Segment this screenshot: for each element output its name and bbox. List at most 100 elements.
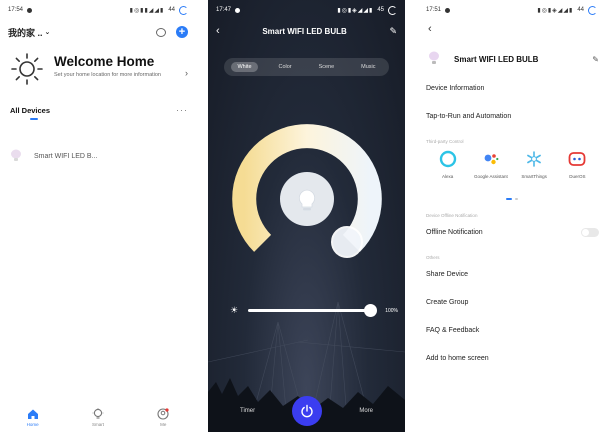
- home-screen: 17:54 ▮◎▮▮◢◢▮ 44 我的家 .. ⌄ + Welcome Home…: [0, 0, 196, 432]
- settings-icon: [445, 7, 451, 13]
- device-title: Smart WIFI LED BULB: [262, 26, 347, 36]
- nav-home[interactable]: Home: [13, 408, 53, 427]
- profile-icon: [157, 408, 169, 420]
- welcome-subtitle: Set your home location for more informat…: [54, 72, 161, 78]
- back-button[interactable]: ‹: [216, 25, 220, 37]
- third-party-label: Google Assistant: [473, 174, 508, 179]
- home-header: 我的家 .. ⌄ +: [0, 20, 196, 44]
- share-device-item[interactable]: Share Device: [418, 260, 605, 288]
- tab-music[interactable]: Music: [355, 62, 381, 72]
- settings-icon: [27, 7, 33, 13]
- brightness-track[interactable]: [248, 304, 378, 317]
- third-party-dueros[interactable]: DuerOS: [558, 150, 597, 198]
- home-selector-label: 我的家 ..: [8, 27, 43, 38]
- signal-icons: ▮◎▮◈◢◢▮: [337, 7, 374, 14]
- camera-icon[interactable]: [156, 27, 166, 37]
- status-time: 17:54: [8, 7, 24, 13]
- device-name: Smart WIFI LED B...: [34, 152, 98, 160]
- device-item[interactable]: Smart WIFI LED B...: [0, 146, 196, 166]
- third-party-label: DuerOS: [569, 174, 586, 179]
- offline-section-label: Device Offline Notification: [426, 213, 478, 218]
- edit-icon[interactable]: ✎: [592, 55, 599, 64]
- nav-home-label: Home: [26, 422, 39, 427]
- tab-indicator: [30, 118, 38, 120]
- loading-icon: [179, 5, 188, 15]
- google-assistant-icon: [482, 150, 500, 168]
- status-bar: 17:47 ▮◎▮◈◢◢▮ 45: [208, 0, 405, 20]
- third-party-smartthings[interactable]: SmartThings: [515, 150, 554, 198]
- tab-white[interactable]: White: [231, 62, 258, 72]
- loading-icon: [388, 5, 397, 15]
- nav-smart[interactable]: Smart: [78, 408, 118, 427]
- page-dot: [505, 198, 512, 200]
- bulb-control-screen: 17:47 ▮◎▮◈◢◢▮ 45 ‹ Smart WIFI LED BULB ✎…: [208, 0, 405, 432]
- battery-level: 44: [577, 7, 584, 13]
- device-settings-screen: 17:51 ▮◎▮◈◢◢▮ 44 ‹ Smart WIFI LED BULB ✎…: [418, 0, 605, 432]
- offline-notification-label: Offline Notification: [426, 228, 483, 236]
- create-group-item[interactable]: Create Group: [418, 288, 605, 316]
- nav-me[interactable]: Me: [143, 408, 183, 427]
- page-dot: [514, 198, 518, 200]
- others-section-label: Others: [426, 255, 440, 260]
- add-device-button[interactable]: +: [176, 26, 188, 38]
- device-name: Smart WIFI LED BULB: [454, 54, 539, 64]
- add-to-home-screen-item[interactable]: Add to home screen: [418, 344, 605, 372]
- chevron-right-icon: ›: [185, 68, 188, 78]
- nav-me-label: Me: [160, 422, 167, 427]
- brightness-icon: ☀: [230, 305, 239, 315]
- tab-scene[interactable]: Scene: [313, 62, 341, 72]
- signal-icons: ▮◎▮▮◢◢▮: [129, 7, 165, 14]
- all-devices-tab[interactable]: All Devices: [10, 106, 50, 115]
- bottom-controls: Timer More: [208, 396, 405, 426]
- faq-feedback-item[interactable]: FAQ & Feedback: [418, 316, 605, 344]
- sun-icon: [11, 53, 43, 85]
- bulb-icon: [429, 51, 439, 64]
- device-information-item[interactable]: Device Information: [418, 74, 605, 102]
- chevron-down-icon: ⌄: [44, 29, 51, 36]
- bulb-icon: [92, 408, 104, 419]
- smartthings-icon: [525, 150, 543, 168]
- dial-knob[interactable]: [331, 226, 363, 258]
- third-party-alexa[interactable]: Alexa: [428, 150, 467, 198]
- alexa-icon: [439, 150, 457, 168]
- status-bar: 17:51 ▮◎▮◈◢◢▮ 44: [418, 0, 605, 20]
- more-options-button[interactable]: ···: [176, 105, 188, 115]
- brightness-knob[interactable]: [364, 304, 378, 317]
- third-party-section-label: Third-party Control: [426, 139, 464, 144]
- tap-to-run-item[interactable]: Tap-to-Run and Automation: [418, 102, 605, 130]
- welcome-title: Welcome Home: [54, 54, 155, 69]
- timer-button[interactable]: Timer: [240, 408, 255, 414]
- bulb-icon: [298, 189, 316, 211]
- third-party-label: SmartThings: [521, 174, 547, 179]
- power-button[interactable]: [292, 396, 323, 426]
- offline-notification-toggle[interactable]: [581, 227, 599, 237]
- status-time: 17:51: [426, 7, 442, 13]
- third-party-row: Alexa Google Assistant SmartThings DuerO…: [418, 144, 605, 198]
- status-time: 17:47: [216, 7, 232, 13]
- nav-smart-label: Smart: [91, 422, 104, 427]
- power-icon: [301, 404, 313, 418]
- signal-icons: ▮◎▮◈◢◢▮: [537, 7, 574, 14]
- dueros-icon: [568, 150, 586, 168]
- third-party-google[interactable]: Google Assistant: [471, 150, 510, 198]
- loading-icon: [588, 5, 597, 15]
- welcome-card[interactable]: Welcome Home Set your home location for …: [0, 44, 196, 102]
- control-header: ‹ Smart WIFI LED BULB ✎: [208, 20, 405, 42]
- battery-level: 44: [168, 7, 175, 13]
- home-selector[interactable]: 我的家 .. ⌄: [8, 26, 50, 39]
- brightness-slider[interactable]: ☀ 100%: [230, 304, 398, 317]
- back-button[interactable]: ‹: [418, 20, 605, 38]
- home-icon: [27, 409, 38, 419]
- tab-color[interactable]: Color: [272, 62, 297, 72]
- edit-icon[interactable]: ✎: [389, 26, 397, 37]
- status-bar: 17:54 ▮◎▮▮◢◢▮ 44: [0, 0, 196, 20]
- brightness-value: 100%: [385, 307, 398, 314]
- all-devices-header: All Devices ···: [0, 102, 196, 118]
- more-button[interactable]: More: [359, 408, 373, 414]
- device-header[interactable]: Smart WIFI LED BULB ✎: [418, 44, 605, 74]
- mode-tabs: White Color Scene Music: [224, 58, 389, 76]
- color-temperature-dial[interactable]: [232, 124, 382, 274]
- settings-icon: [235, 7, 241, 13]
- third-party-label: Alexa: [441, 174, 454, 179]
- bottom-nav: Home Smart Me: [0, 402, 196, 432]
